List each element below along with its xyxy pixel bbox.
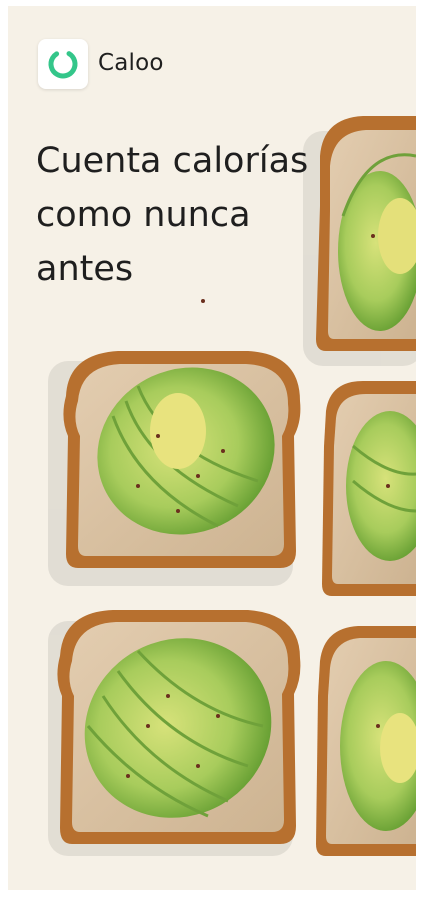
toast-slice-bottom-right	[316, 626, 416, 856]
toast-slice-bottom-left	[57, 610, 301, 844]
hero-headline: Cuenta calorías como nunca antes	[36, 141, 309, 289]
app-logo	[38, 39, 88, 89]
caloo-ring-logo-icon	[48, 49, 78, 79]
onboarding-screen: Caloo Cuenta calorías como nunca antes	[8, 6, 416, 890]
app-name: Caloo	[98, 50, 164, 76]
toast-slice-middle-right	[322, 381, 416, 596]
toast-slice-middle-left	[63, 351, 301, 568]
